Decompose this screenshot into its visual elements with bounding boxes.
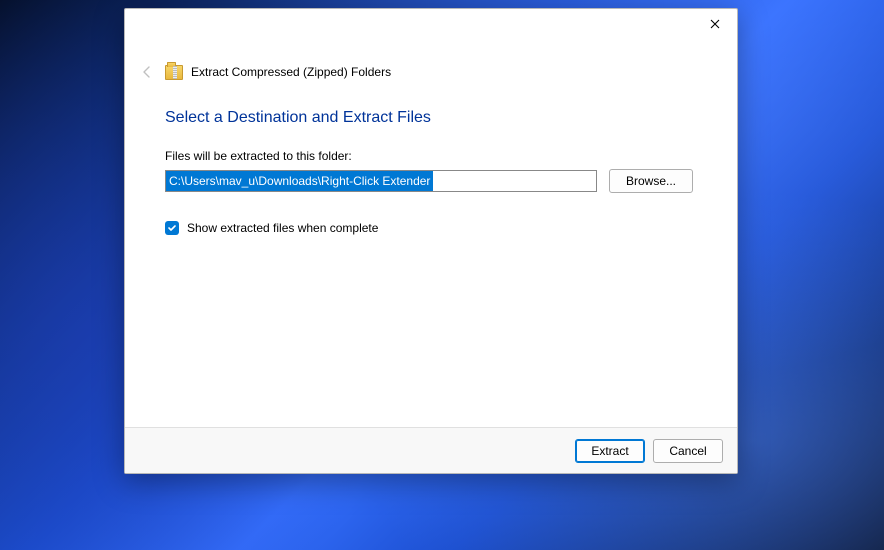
browse-button[interactable]: Browse... xyxy=(609,169,693,193)
dialog-footer: Extract Cancel xyxy=(125,427,737,473)
back-arrow-icon xyxy=(139,64,155,80)
zip-folder-icon xyxy=(165,65,183,80)
show-files-checkbox-label[interactable]: Show extracted files when complete xyxy=(187,221,378,235)
back-button xyxy=(137,62,157,82)
destination-row: C:\Users\mav_u\Downloads\Right-Click Ext… xyxy=(165,169,697,193)
destination-input[interactable] xyxy=(165,170,597,192)
destination-label: Files will be extracted to this folder: xyxy=(165,149,697,163)
extract-button[interactable]: Extract xyxy=(575,439,645,463)
show-files-checkbox-row: Show extracted files when complete xyxy=(165,221,697,235)
close-icon xyxy=(710,19,720,29)
destination-input-wrap: C:\Users\mav_u\Downloads\Right-Click Ext… xyxy=(165,170,597,192)
show-files-checkbox[interactable] xyxy=(165,221,179,235)
extract-dialog: Extract Compressed (Zipped) Folders Sele… xyxy=(124,8,738,474)
dialog-header: Extract Compressed (Zipped) Folders xyxy=(125,53,737,91)
cancel-button[interactable]: Cancel xyxy=(653,439,723,463)
dialog-titlebar xyxy=(125,9,737,53)
dialog-body: Select a Destination and Extract Files F… xyxy=(125,91,737,427)
dialog-heading: Select a Destination and Extract Files xyxy=(165,109,697,127)
close-button[interactable] xyxy=(692,9,737,39)
dialog-title: Extract Compressed (Zipped) Folders xyxy=(191,65,391,79)
checkmark-icon xyxy=(167,223,177,233)
